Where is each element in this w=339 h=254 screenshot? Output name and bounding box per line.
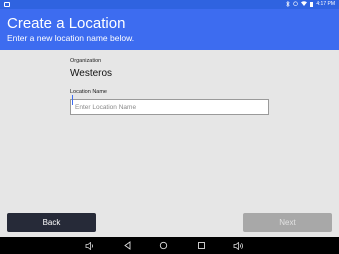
volume-down-icon[interactable] [84,240,95,251]
home-icon[interactable] [158,240,169,251]
app-header: Create a Location Enter a new location n… [0,9,339,50]
page-title: Create a Location [7,15,126,32]
wifi-icon [301,1,308,8]
location-name-input[interactable] [70,99,269,115]
back-icon[interactable] [122,240,133,251]
notification-icon [4,2,10,7]
recents-icon[interactable] [196,240,207,251]
organization-value: Westeros [70,68,113,79]
text-cursor [72,95,73,105]
back-button[interactable]: Back [7,213,96,232]
bluetooth-icon [286,0,291,9]
next-button[interactable]: Next [243,213,332,232]
page-subtitle: Enter a new location name below. [7,33,135,43]
organization-label: Organization [70,58,102,64]
system-nav-bar [0,237,339,254]
alarm-icon [293,1,299,8]
volume-up-icon[interactable] [233,240,244,251]
status-time: 4:17 PM [316,1,335,7]
location-form: Organization Westeros Location Name [70,58,270,115]
status-icons: 4:17 PM [286,0,335,9]
battery-icon [310,2,314,7]
status-bar: 4:17 PM [0,0,339,9]
location-name-label: Location Name [70,89,107,95]
